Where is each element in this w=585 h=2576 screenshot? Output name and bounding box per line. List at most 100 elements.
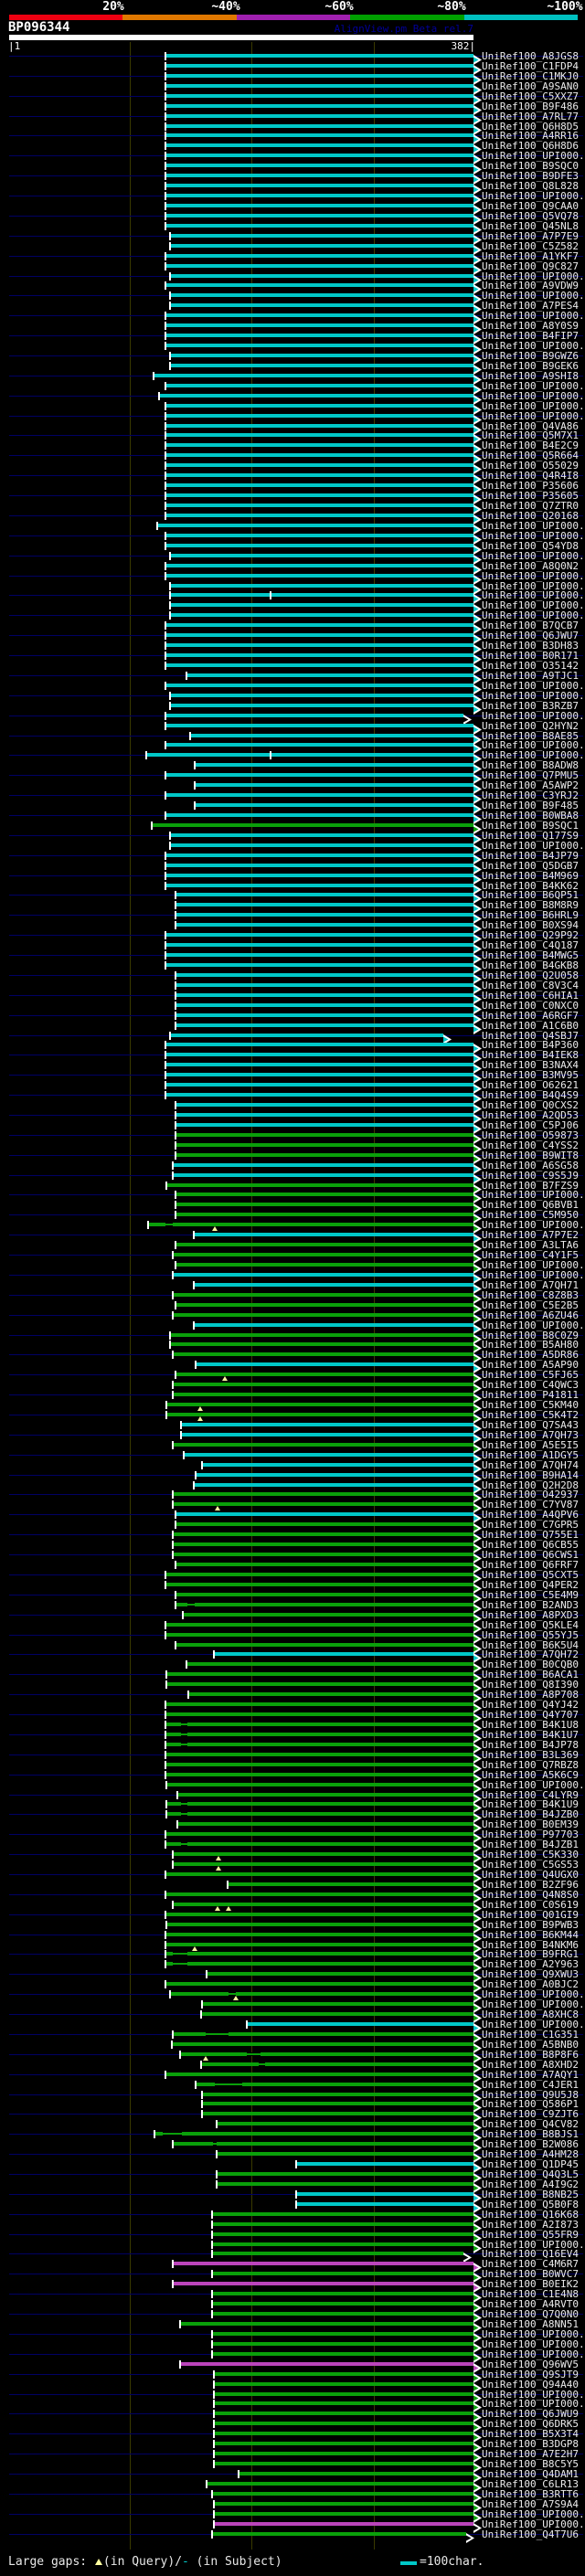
alignment-bar — [166, 1872, 473, 1876]
subject-gap-thin-segment — [259, 2062, 265, 2063]
subject-gap-thin-segment — [259, 2065, 265, 2066]
alignment-bar — [174, 1173, 473, 1177]
alignment-bar — [167, 1783, 473, 1786]
alignment-start-tick — [174, 891, 176, 899]
alignment-bar — [154, 374, 473, 377]
alignment-start-tick — [169, 302, 172, 310]
alignment-bar — [201, 2012, 473, 2016]
alignment-bar — [171, 354, 473, 357]
alignment-bar — [166, 1943, 473, 1946]
alignment-start-tick — [210, 2210, 213, 2219]
alignment-start-tick — [174, 1002, 176, 1010]
alignment-bar — [166, 514, 473, 517]
alignment-bar — [171, 694, 473, 697]
alignment-start-tick — [210, 2270, 213, 2278]
alignment-start-tick — [165, 322, 166, 330]
subject-gap-thin-segment — [229, 1992, 236, 1993]
alignment-start-tick — [195, 2081, 197, 2089]
alignment-bar — [176, 1113, 473, 1117]
alignment-bar — [197, 1473, 473, 1477]
alignment-start-tick — [210, 2290, 213, 2298]
alignment-start-tick — [165, 872, 166, 880]
subject-gap-thin-segment — [181, 1735, 187, 1736]
alignment-start-tick — [165, 961, 166, 970]
alignment-start-tick — [174, 1012, 176, 1020]
alignment-start-tick — [210, 2221, 213, 2229]
alignment-start-tick — [165, 682, 166, 690]
alignment-start-tick — [172, 2030, 174, 2039]
alignment-bar — [166, 133, 473, 137]
alignment-start-tick — [174, 1241, 176, 1249]
alignment-bar — [215, 2452, 473, 2455]
alignment-bar — [196, 763, 473, 767]
alignment-bar — [212, 2212, 473, 2216]
subject-gap-thin-segment — [247, 2055, 261, 2056]
alignment-bar — [176, 1593, 473, 1596]
alignment-start-tick — [165, 562, 166, 570]
alignment-bar — [166, 643, 473, 647]
alignment-start-tick — [165, 931, 166, 939]
alignment-bar — [166, 443, 473, 447]
alignment-bar — [176, 1643, 473, 1647]
alignment-start-tick — [165, 451, 166, 460]
alignment-start-tick — [165, 152, 166, 160]
alignment-start-tick — [180, 1431, 183, 1439]
alignment-start-tick — [174, 911, 176, 919]
alignment-start-tick — [179, 2360, 181, 2369]
alignment-bar — [296, 2192, 473, 2196]
alignment-bar — [203, 2002, 473, 2006]
alignment-bar — [212, 2242, 473, 2246]
alignment-bar — [166, 254, 473, 258]
ruler-end-label: 382| — [451, 40, 476, 52]
alignment-start-tick — [165, 441, 166, 450]
alignment-bar — [166, 864, 473, 867]
alignment-start-tick — [172, 1850, 174, 1859]
subject-gap-thin-segment — [181, 1802, 187, 1803]
alignment-start-tick — [165, 1911, 166, 1919]
alignment-start-tick — [165, 492, 166, 500]
alignment-bar — [166, 323, 473, 327]
alignment-start-tick — [176, 1791, 179, 1799]
alignment-start-tick — [169, 232, 172, 240]
alignment-start-tick — [172, 1531, 174, 1539]
program-credit: AlignView.pm Beta rel.7 — [334, 23, 473, 35]
alignment-bar — [166, 623, 473, 627]
alignment-bar — [171, 613, 473, 617]
alignment-bar — [181, 2052, 473, 2056]
alignment-start-tick — [165, 412, 166, 420]
alignment-bar — [218, 2122, 473, 2125]
scale-label: ~60% — [324, 0, 354, 14]
alignment-start-tick — [165, 1810, 168, 1818]
alignment-bar — [166, 204, 473, 207]
alignment-bar — [166, 473, 473, 477]
alignment-start-tick — [158, 392, 161, 400]
alignment-bar — [166, 933, 473, 937]
alignment-start-tick — [210, 2231, 213, 2239]
alignment-bar — [149, 1223, 473, 1226]
alignment-start-tick — [165, 1731, 166, 1739]
alignment-start-tick — [165, 1061, 166, 1069]
alignment-start-tick — [165, 1680, 168, 1689]
alignment-bar — [218, 2172, 473, 2176]
alignment-start-tick — [165, 72, 166, 80]
alignment-start-tick — [180, 1421, 183, 1429]
alignment-start-tick — [199, 2010, 202, 2019]
alignment-bar — [212, 2352, 473, 2356]
alignment-bar — [194, 1323, 473, 1327]
alignment-start-tick — [165, 1751, 166, 1759]
alignment-bar — [174, 1553, 473, 1556]
alignment-start-tick — [172, 2140, 174, 2148]
alignment-start-tick — [169, 1032, 172, 1040]
alignment-bar — [166, 194, 473, 197]
alignment-bar — [166, 724, 473, 727]
subject-gap-thin-segment — [181, 1812, 187, 1813]
alignment-start-tick — [174, 1641, 176, 1649]
alignment-bar — [166, 424, 473, 428]
alignment-bar — [166, 433, 473, 437]
scale-segment — [122, 15, 237, 20]
alignment-bar — [182, 1433, 473, 1436]
hit-label[interactable]: UniRef100_Q4T7U6 — [482, 2529, 579, 2539]
alignment-bar — [171, 244, 473, 248]
alignment-start-tick — [165, 1182, 168, 1190]
alignment-bar — [167, 1413, 473, 1416]
